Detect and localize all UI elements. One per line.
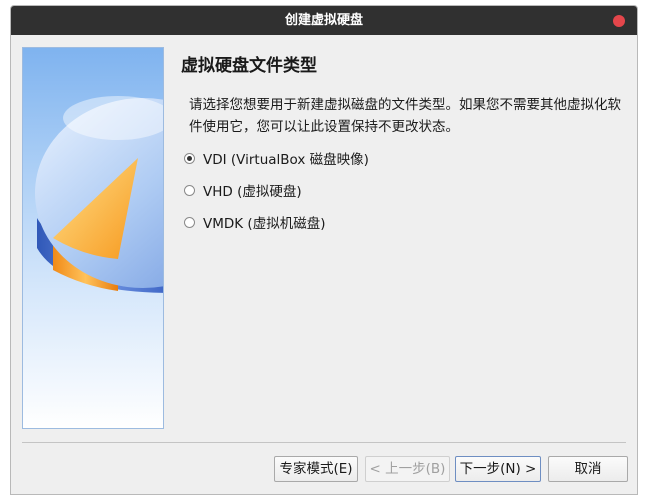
- close-icon[interactable]: [613, 15, 625, 27]
- button-separator: [22, 442, 626, 443]
- window-title: 创建虚拟硬盘: [284, 13, 363, 28]
- title-bar[interactable]: 创建虚拟硬盘: [11, 6, 637, 35]
- radio-vhd[interactable]: [184, 184, 195, 196]
- radio-vdi[interactable]: [184, 152, 195, 164]
- create-virtual-disk-dialog: 创建虚拟硬盘 虚拟硬盘文件类型 请选择您想要用于新建虚拟磁盘的文件类型。如果您不…: [10, 5, 638, 495]
- next-button[interactable]: 下一步(N) >: [455, 456, 541, 482]
- option-vmdk-label: VMDK (虚拟机磁盘): [203, 216, 326, 232]
- radio-vmdk[interactable]: [184, 216, 195, 228]
- cancel-button[interactable]: 取消: [548, 456, 628, 482]
- option-vhd-label: VHD (虚拟硬盘): [203, 184, 302, 200]
- page-description: 请选择您想要用于新建虚拟磁盘的文件类型。如果您不需要其他虚拟化软件使用它，您可以…: [189, 97, 621, 135]
- option-vdi-label: VDI (VirtualBox 磁盘映像): [203, 152, 369, 168]
- option-vhd[interactable]: VHD (虚拟硬盘): [184, 179, 302, 201]
- wizard-side-image: [22, 47, 164, 429]
- page-title: 虚拟硬盘文件类型: [181, 56, 317, 76]
- hard-disk-illustration: [35, 96, 163, 293]
- back-button[interactable]: < 上一步(B): [365, 456, 450, 482]
- option-vmdk[interactable]: VMDK (虚拟机磁盘): [184, 211, 325, 233]
- expert-mode-button[interactable]: 专家模式(E): [274, 456, 358, 482]
- option-vdi[interactable]: VDI (VirtualBox 磁盘映像): [184, 147, 369, 169]
